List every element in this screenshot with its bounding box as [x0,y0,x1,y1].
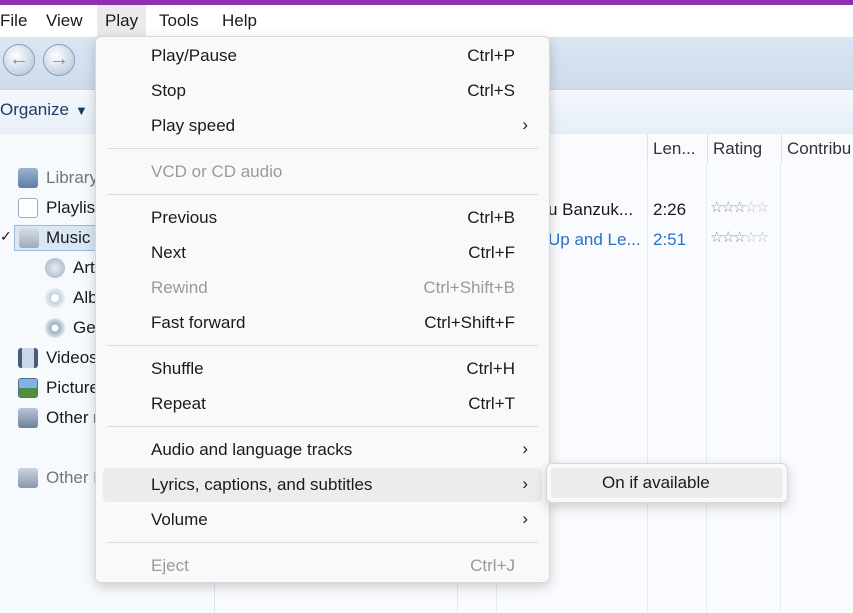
back-button[interactable]: ← [3,44,35,76]
lyrics-submenu: On if available [546,463,788,503]
back-arrow-icon: ← [9,48,29,70]
checkmark-icon: ✓ [0,228,12,244]
menu-separator [107,148,538,149]
forward-button[interactable]: → [43,44,75,76]
video-film-icon [18,348,38,368]
menu-item-eject: Eject Ctrl+J [151,556,515,575]
menu-item-next[interactable]: Next Ctrl+F [103,236,542,270]
genre-icon [45,318,65,338]
menu-item-audio-language-tracks[interactable]: Audio and language tracks › [103,433,542,467]
other-media-icon [18,408,38,428]
menu-item-volume[interactable]: Volume › [103,503,542,537]
library-icon [18,168,38,188]
track-title[interactable]: Up and Le... [548,228,644,252]
menu-item-play-pause[interactable]: Play/Pause Ctrl+P [103,39,542,73]
chevron-right-icon: › [522,115,528,134]
menu-tools[interactable]: Tools [151,5,207,37]
column-divider [647,164,648,613]
chevron-right-icon: › [522,509,528,528]
chevron-right-icon: › [522,474,528,493]
other-libraries-icon [18,468,38,488]
chevron-right-icon: › [522,439,528,458]
menu-help[interactable]: Help [214,5,265,37]
dropdown-caret-icon: ▼ [74,103,88,118]
music-note-icon [19,228,39,248]
submenu-item-on-if-available[interactable]: On if available [551,468,783,498]
artist-icon [45,258,65,278]
menu-separator [107,345,538,346]
organize-label: Organize [0,100,69,119]
menu-item-previous[interactable]: Previous Ctrl+B [103,201,542,235]
rating-stars[interactable]: ☆☆☆☆☆ [710,228,769,246]
menu-bar: File View Play Tools Help [0,5,853,37]
track-length: 2:51 [653,230,687,249]
menu-file[interactable]: File [0,5,35,37]
menu-separator [107,542,538,543]
menu-separator [107,194,538,195]
album-disc-icon [45,288,65,308]
menu-item-vcd-cd-audio: VCD or CD audio [151,162,283,181]
track-title[interactable]: u Banzuk... [548,198,644,222]
menu-view[interactable]: View [38,5,91,37]
column-divider [780,164,781,613]
menu-item-lyrics-captions-subtitles[interactable]: Lyrics, captions, and subtitles › [103,468,542,502]
picture-icon [18,378,38,398]
column-header-rating[interactable]: Rating [707,134,781,164]
menu-item-fast-forward[interactable]: Fast forward Ctrl+Shift+F [103,306,542,340]
play-menu: Play/Pause Ctrl+P Stop Ctrl+S Play speed… [95,36,550,583]
menu-item-stop[interactable]: Stop Ctrl+S [103,74,542,108]
column-header-length[interactable]: Len... [647,134,707,164]
organize-button[interactable]: Organize ▼ [0,100,88,120]
menu-item-repeat[interactable]: Repeat Ctrl+T [103,387,542,421]
forward-arrow-icon: → [49,48,69,70]
menu-item-play-speed[interactable]: Play speed › [103,109,542,143]
menu-separator [107,426,538,427]
rating-stars[interactable]: ☆☆☆☆☆ [710,198,769,216]
column-divider [706,164,707,613]
track-length: 2:26 [653,200,687,219]
column-header-contributing-artist[interactable]: Contribu [781,134,853,164]
menu-item-shuffle[interactable]: Shuffle Ctrl+H [103,352,542,386]
menu-play[interactable]: Play [97,5,147,37]
menu-item-rewind: Rewind Ctrl+Shift+B [151,278,515,297]
playlist-icon [18,198,38,218]
sidebar-item-music[interactable]: Music [14,225,102,251]
